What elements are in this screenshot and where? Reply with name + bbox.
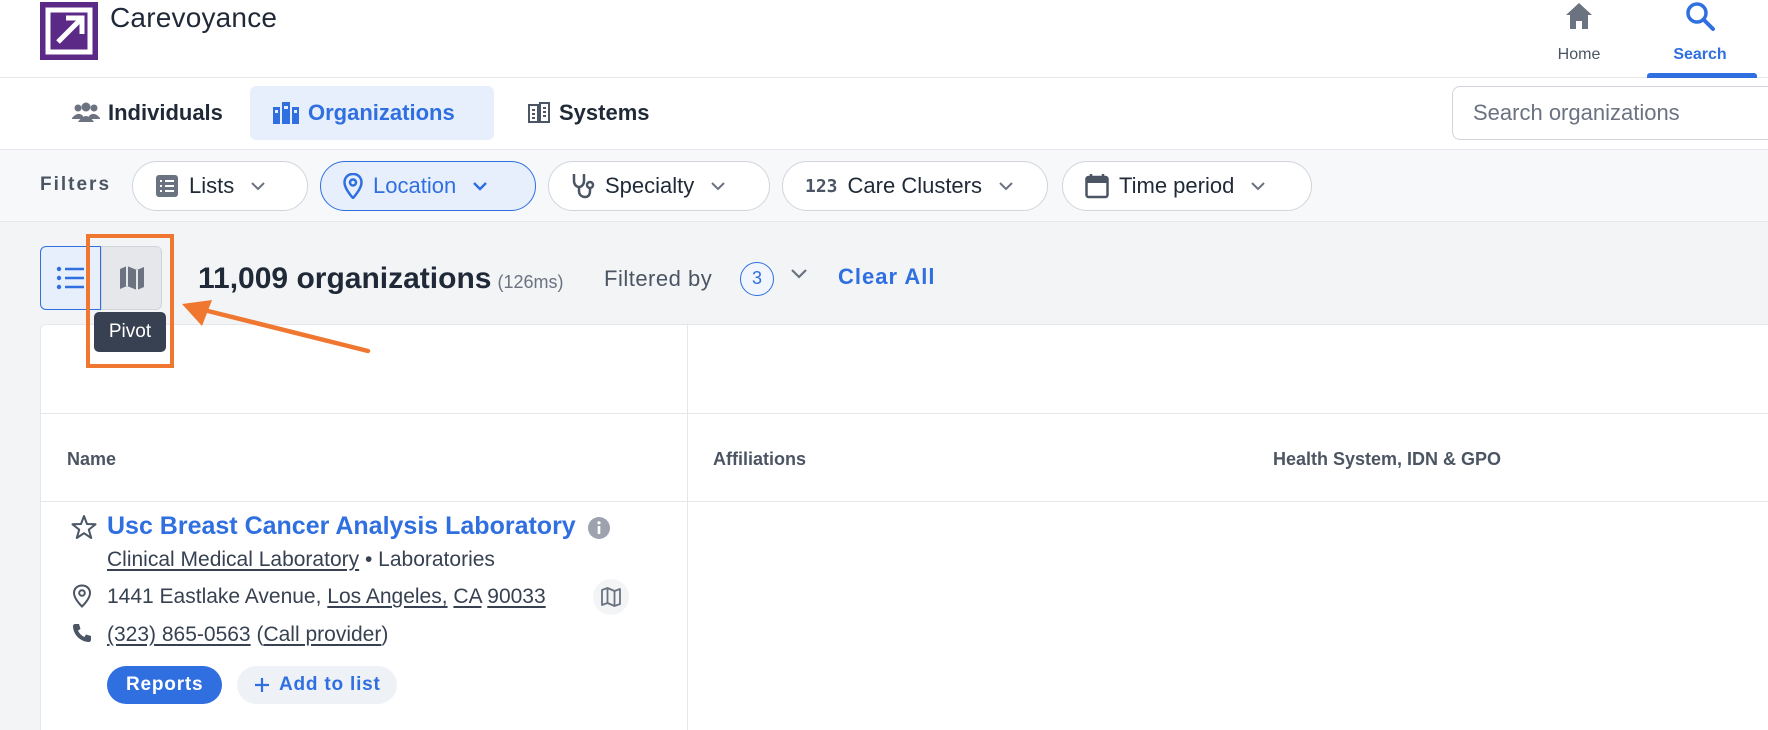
add-to-list-label: Add to list bbox=[279, 674, 381, 695]
filter-location[interactable]: Location bbox=[320, 161, 536, 211]
column-header-name[interactable]: Name bbox=[67, 449, 116, 470]
filter-care-clusters-label: Care Clusters bbox=[847, 173, 982, 198]
filtered-by-label: Filtered by bbox=[604, 266, 713, 291]
search-icon bbox=[1686, 2, 1715, 31]
filter-time-period[interactable]: Time period bbox=[1062, 161, 1312, 211]
filter-care-clusters[interactable]: 123 Care Clusters bbox=[782, 161, 1048, 211]
organization-type-link[interactable]: Clinical Medical Laboratory bbox=[107, 548, 359, 571]
chevron-down-icon bbox=[999, 182, 1013, 191]
annotation-highlight-box bbox=[86, 234, 174, 368]
chevron-down-icon[interactable] bbox=[790, 268, 808, 280]
show-on-map-button[interactable] bbox=[593, 579, 629, 615]
location-pin-icon bbox=[72, 584, 92, 608]
separator-dot: • bbox=[364, 548, 373, 571]
top-header: Carevoyance Home Search bbox=[0, 0, 1768, 78]
filter-location-label: Location bbox=[373, 173, 457, 198]
brand-name: Carevoyance bbox=[110, 2, 278, 33]
organization-phone: (323) 865-0563 (Call provider) bbox=[107, 623, 388, 647]
filter-lists[interactable]: Lists bbox=[132, 161, 308, 211]
buildings-icon bbox=[273, 102, 299, 124]
result-count: 11,009 organizations (126ms) bbox=[198, 262, 563, 296]
calendar-icon bbox=[1085, 174, 1109, 199]
star-favorite-icon[interactable] bbox=[71, 514, 97, 540]
map-icon bbox=[601, 587, 621, 607]
reports-button[interactable]: Reports bbox=[107, 666, 223, 704]
add-to-list-button[interactable]: Add to list bbox=[237, 666, 397, 704]
tab-organizations-label: Organizations bbox=[308, 100, 455, 125]
organization-name-link[interactable]: Usc Breast Cancer Analysis Laboratory bbox=[107, 512, 576, 541]
list-icon bbox=[156, 175, 178, 197]
organization-address: 1441 Eastlake Avenue, Los Angeles, CA 90… bbox=[107, 585, 546, 609]
call-provider-group: (Call provider) bbox=[256, 623, 389, 646]
column-header-affiliations[interactable]: Affiliations bbox=[713, 449, 806, 470]
call-provider-link[interactable]: Call provider bbox=[263, 623, 381, 646]
chevron-down-icon bbox=[473, 182, 488, 191]
active-filter-count-badge[interactable]: 3 bbox=[740, 262, 774, 296]
chevron-down-icon bbox=[251, 182, 265, 191]
clear-all-button[interactable]: Clear All bbox=[838, 264, 935, 290]
nav-search-label: Search bbox=[1673, 46, 1727, 63]
nav-home[interactable]: Home bbox=[1524, 0, 1634, 78]
annotation-arrow bbox=[182, 300, 371, 354]
results-table: Name Affiliations Health System, IDN & G… bbox=[40, 324, 1768, 730]
carevoyance-logo[interactable] bbox=[40, 2, 98, 60]
search-organizations-input[interactable] bbox=[1452, 86, 1768, 140]
tab-individuals-label: Individuals bbox=[108, 100, 223, 125]
filter-specialty-label: Specialty bbox=[605, 173, 695, 198]
address-city-link[interactable]: Los Angeles, bbox=[327, 585, 447, 608]
result-count-text: 11,009 organizations bbox=[198, 262, 492, 295]
row-divider bbox=[41, 413, 1768, 414]
organization-type: Clinical Medical Laboratory • Laboratori… bbox=[107, 548, 495, 572]
query-timing: (126ms) bbox=[497, 272, 564, 292]
filters-label: Filters bbox=[40, 174, 112, 195]
tab-systems-label: Systems bbox=[559, 100, 650, 125]
stethoscope-icon bbox=[572, 174, 595, 199]
nav-search[interactable]: Search bbox=[1645, 0, 1757, 78]
column-header-health-system[interactable]: Health System, IDN & GPO bbox=[1273, 449, 1501, 470]
location-pin-icon bbox=[343, 173, 363, 199]
chevron-down-icon bbox=[1251, 182, 1266, 191]
systems-icon bbox=[528, 102, 550, 123]
column-divider bbox=[687, 325, 688, 730]
info-icon[interactable] bbox=[587, 516, 611, 540]
entity-tabs: Individuals Organizations Systems bbox=[0, 78, 1768, 150]
tab-systems[interactable]: Systems bbox=[505, 86, 672, 140]
plus-icon bbox=[255, 678, 269, 692]
filters-bar: Filters Lists Location Specialty 123 Car… bbox=[0, 150, 1768, 222]
chevron-down-icon bbox=[711, 182, 725, 191]
address-zip-link[interactable]: 90033 bbox=[487, 585, 545, 608]
home-icon bbox=[1566, 3, 1592, 29]
nav-home-label: Home bbox=[1557, 46, 1601, 63]
address-street: 1441 Eastlake Avenue, bbox=[107, 585, 322, 608]
filter-lists-label: Lists bbox=[189, 173, 235, 198]
phone-icon bbox=[73, 624, 91, 642]
filter-specialty[interactable]: Specialty bbox=[548, 161, 770, 211]
table-row: Usc Breast Cancer Analysis Laboratory Cl… bbox=[41, 502, 687, 730]
address-state-link[interactable]: CA bbox=[453, 585, 481, 608]
organization-category: Laboratories bbox=[378, 548, 495, 571]
phone-number-link[interactable]: (323) 865-0563 bbox=[107, 623, 251, 646]
list-view-icon bbox=[56, 266, 84, 290]
tab-individuals[interactable]: Individuals bbox=[50, 86, 245, 140]
numbers-icon: 123 bbox=[805, 175, 838, 197]
filter-time-period-label: Time period bbox=[1119, 173, 1235, 198]
tab-organizations[interactable]: Organizations bbox=[250, 86, 494, 140]
people-icon bbox=[72, 102, 100, 122]
